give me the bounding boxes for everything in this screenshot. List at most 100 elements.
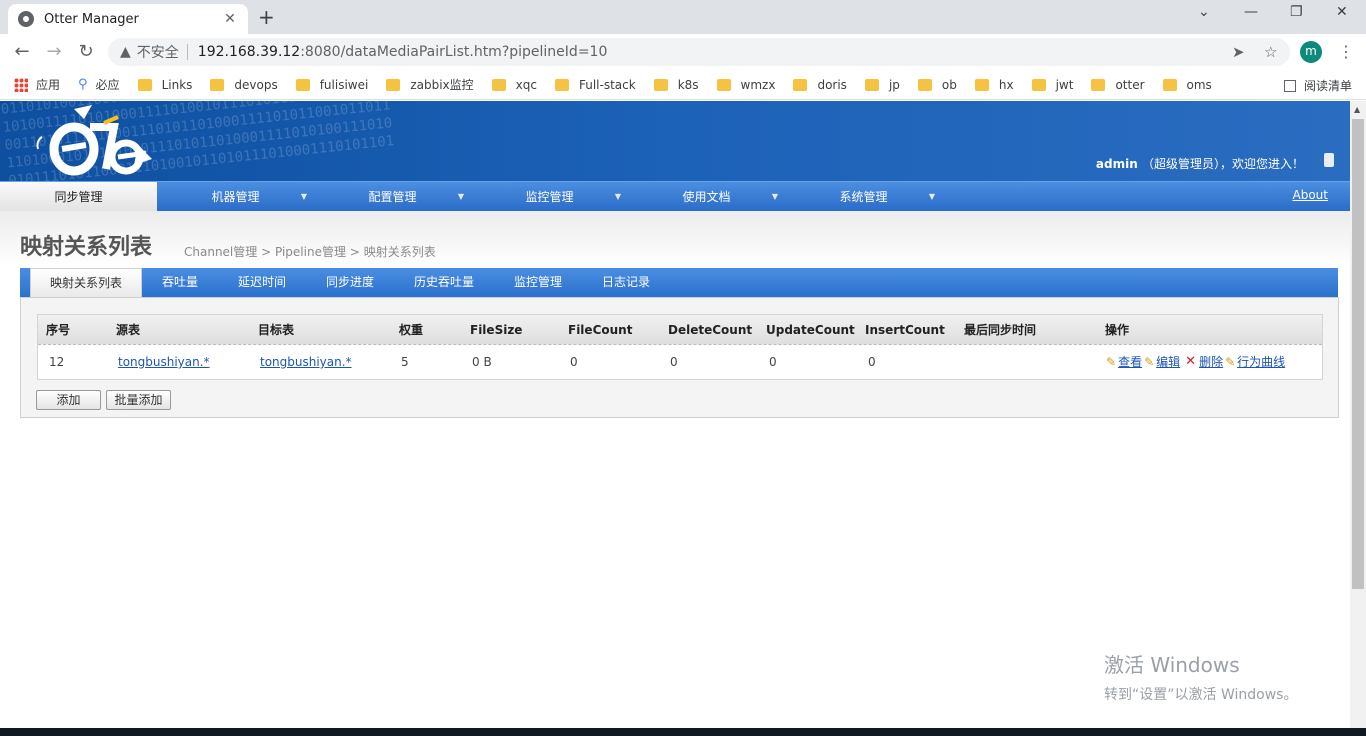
main-nav: 同步管理 机器管理 ▼ 配置管理 ▼ 监控管理 ▼ 使用文档 ▼ 系统管理 ▼ About	[0, 181, 1350, 212]
bookmark-folder[interactable]: doris	[793, 78, 847, 92]
forward-arrow-icon[interactable]: →	[44, 41, 64, 62]
apps-grid-icon	[14, 77, 28, 92]
warning-triangle-icon[interactable]: ▲	[120, 44, 131, 60]
column-header: DeleteCount	[668, 323, 753, 337]
nav-item-system[interactable]: 系统管理 ▼	[785, 182, 942, 212]
search-icon: ⚲	[78, 77, 88, 92]
page-viewport: 0110101001100011110101011010000111101011…	[0, 101, 1350, 728]
watermark-title: 激活 Windows	[1104, 653, 1240, 677]
url-text[interactable]: 192.168.39.12:8080/dataMediaPairList.htm…	[198, 44, 608, 60]
view-link[interactable]: 查看	[1118, 345, 1142, 379]
profile-avatar[interactable]: m	[1300, 41, 1322, 63]
dropdown-arrow-icon[interactable]: ▼	[765, 182, 785, 212]
tab-delay[interactable]: 延迟时间	[228, 268, 296, 297]
restore-icon[interactable]: ❐	[1290, 4, 1303, 20]
nav-item-machine[interactable]: 机器管理 ▼	[157, 182, 314, 212]
bookmark-folder[interactable]: k8s	[653, 78, 699, 92]
bookmark-folder[interactable]: jp	[864, 78, 900, 92]
folder-icon	[554, 78, 569, 91]
folder-icon	[386, 78, 401, 91]
nav-item-docs[interactable]: 使用文档 ▼	[628, 182, 785, 212]
column-header: UpdateCount	[766, 323, 855, 337]
bookmark-folder[interactable]: Full-stack	[554, 78, 636, 92]
column-header: FileCount	[568, 323, 633, 337]
window-close-icon[interactable]: ✕	[1336, 4, 1348, 20]
breadcrumb-separator: >	[349, 245, 360, 259]
tab-close-icon[interactable]: ✕	[222, 11, 238, 27]
browser-menu-icon[interactable]: ⋮	[1338, 42, 1354, 61]
welcome-message: admin （超级管理员），欢迎您进入！	[1096, 155, 1304, 172]
tab-monitor[interactable]: 监控管理	[504, 268, 572, 297]
bookmark-folder[interactable]: ob	[917, 78, 957, 92]
bookmark-folder[interactable]: Links	[137, 78, 192, 92]
column-header: 序号	[46, 323, 71, 337]
otter-logo-icon[interactable]	[34, 105, 154, 181]
cell-id: 12	[49, 355, 65, 369]
os-taskbar	[0, 728, 1366, 736]
tab-sync-progress[interactable]: 同步进度	[316, 268, 384, 297]
dropdown-arrow-icon[interactable]: ▼	[294, 182, 314, 212]
batch-add-button[interactable]: 批量添加	[106, 390, 171, 410]
dropdown-arrow-icon[interactable]: ▼	[608, 182, 628, 212]
dropdown-arrow-icon[interactable]: ▼	[451, 182, 471, 212]
mapping-table: 序号 源表 目标表 权重 FileSize FileCount DeleteCo…	[37, 314, 1323, 380]
nav-item-monitor[interactable]: 监控管理 ▼	[471, 182, 628, 212]
table-row: 12 tongbushiyan.* tongbushiyan.* 5 0 B 0…	[38, 345, 1322, 379]
reload-icon[interactable]: ↻	[76, 41, 96, 62]
cell-delete-count: 0	[670, 355, 678, 369]
nav-item-sync[interactable]: 同步管理	[0, 182, 157, 212]
bookmark-folder[interactable]: fulisiwei	[295, 78, 368, 92]
new-tab-button[interactable]: +	[258, 5, 275, 29]
address-bar[interactable]: ▲ 不安全 192.168.39.12:8080/dataMediaPairLi…	[108, 38, 1290, 66]
welcome-user: admin	[1095, 157, 1138, 171]
tab-throughput[interactable]: 吞吐量	[150, 268, 210, 297]
delete-link[interactable]: 删除	[1199, 345, 1223, 379]
insecure-label[interactable]: 不安全	[137, 42, 179, 62]
bookmark-folder[interactable]: oms	[1162, 78, 1212, 92]
bookmark-folder[interactable]: zabbix监控	[386, 76, 474, 93]
nav-item-config[interactable]: 配置管理 ▼	[314, 182, 471, 212]
bookmark-folder[interactable]: jwt	[1031, 78, 1073, 92]
bookmark-apps[interactable]: 应用	[14, 76, 60, 93]
watermark-subtitle: 转到“设置”以激活 Windows。	[1104, 687, 1298, 703]
browser-tab[interactable]: Otter Manager ✕	[8, 4, 248, 34]
target-table-link[interactable]: tongbushiyan.*	[260, 355, 352, 369]
source-table-link[interactable]: tongbushiyan.*	[118, 355, 210, 369]
add-button[interactable]: 添加	[36, 390, 101, 410]
dropdown-arrow-icon[interactable]: ▼	[922, 182, 942, 212]
reading-list-icon	[1283, 79, 1296, 92]
bookmark-folder[interactable]: xqc	[491, 78, 537, 92]
tab-logs[interactable]: 日志记录	[592, 268, 660, 297]
scroll-up-arrow-icon[interactable]: ▲	[1354, 105, 1360, 114]
minimize-icon[interactable]: —	[1244, 4, 1258, 20]
breadcrumb-channel[interactable]: Channel管理	[184, 245, 257, 259]
bookmark-bing[interactable]: ⚲ 必应	[78, 76, 120, 93]
bookmark-folder[interactable]: devops	[210, 78, 278, 92]
breadcrumb-current: 映射关系列表	[363, 245, 436, 259]
bookmarks-bar: 应用 ⚲ 必应 Links devops fulisiwei zabbix监控 x…	[0, 70, 1366, 100]
breadcrumb: Channel管理 > Pipeline管理 > 映射关系列表	[184, 243, 436, 260]
bookmark-star-icon[interactable]: ☆	[1264, 43, 1277, 61]
row-actions: ✎ 查看 ✎ 编辑 ✕ 删除 ✎ 行为曲线	[1106, 345, 1287, 379]
bookmark-folder[interactable]: wmzx	[716, 78, 775, 92]
bookmark-folder[interactable]: otter	[1091, 78, 1145, 92]
edit-link[interactable]: 编辑	[1156, 345, 1180, 379]
browser-toolbar: ← → ↻ ▲ 不安全 192.168.39.12:8080/dataMedia…	[0, 34, 1366, 70]
scrollbar-thumb[interactable]	[1352, 119, 1364, 589]
welcome-suffix: ，欢迎您进入！	[1219, 157, 1304, 171]
cell-update-count: 0	[769, 355, 777, 369]
welcome-role: （超级管理员）	[1141, 157, 1220, 171]
reading-list-button[interactable]: 阅读清单	[1283, 77, 1352, 94]
about-link[interactable]: About	[1293, 188, 1328, 202]
tab-mapping-list[interactable]: 映射关系列表	[30, 268, 142, 297]
page-scrollbar[interactable]: ▲	[1350, 101, 1366, 728]
logout-icon[interactable]	[1324, 153, 1334, 167]
tab-history-throughput[interactable]: 历史吞吐量	[404, 268, 484, 297]
back-arrow-icon[interactable]: ←	[12, 41, 32, 62]
send-icon[interactable]: ➤	[1232, 43, 1245, 61]
bookmark-folder[interactable]: hx	[974, 78, 1014, 92]
tab-search-chevron-icon[interactable]: ⌄	[1198, 4, 1210, 20]
folder-icon	[210, 78, 225, 91]
breadcrumb-pipeline[interactable]: Pipeline管理	[275, 245, 346, 259]
behavior-chart-link[interactable]: 行为曲线	[1237, 345, 1285, 379]
